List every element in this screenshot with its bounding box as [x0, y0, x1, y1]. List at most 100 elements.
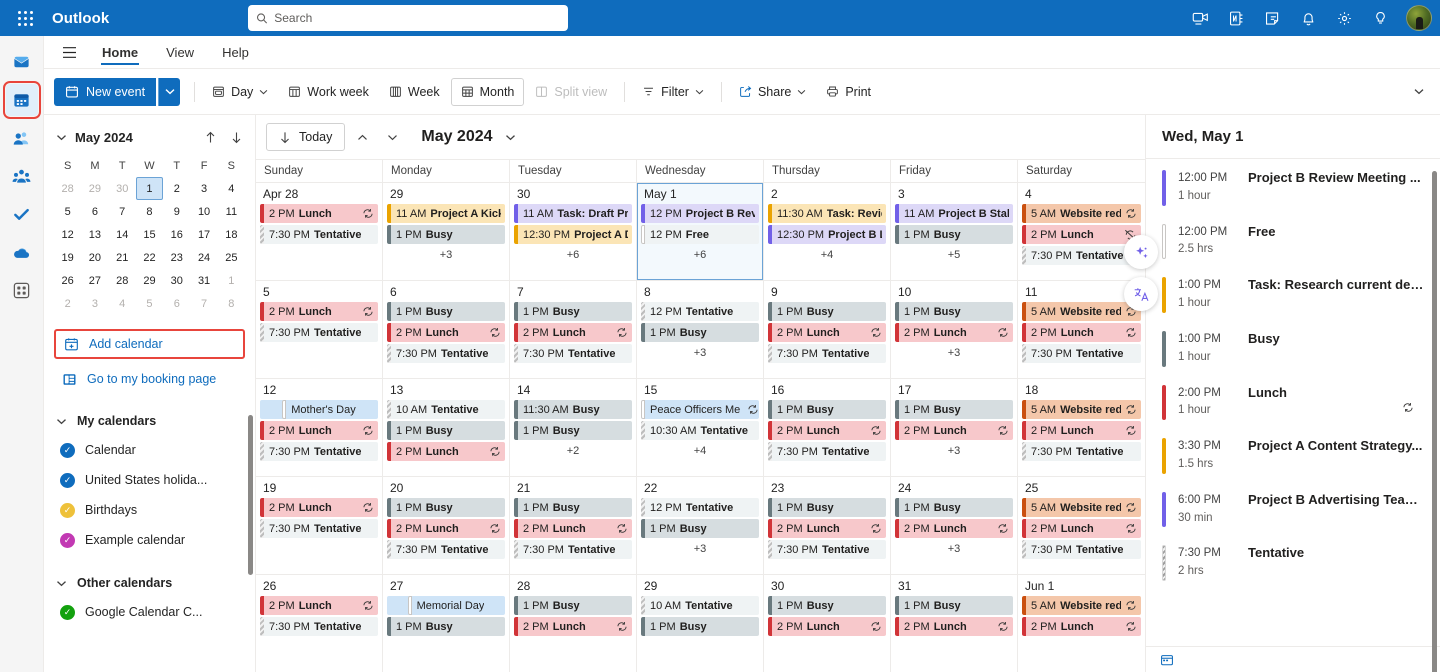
- my-calendars-header[interactable]: My calendars: [44, 407, 255, 435]
- mini-day-cell[interactable]: 6: [81, 200, 108, 223]
- next-period-chevron-icon[interactable]: [379, 124, 405, 150]
- calendar-day-cell[interactable]: Apr 28 2 PM Lunch 7:30 PM Tentative: [256, 183, 383, 280]
- calendar-event[interactable]: 7:30 PM Tentative: [260, 225, 378, 244]
- calendar-checkbox-icon[interactable]: ✓: [60, 442, 75, 458]
- mini-next-month-arrow-icon[interactable]: [225, 126, 247, 148]
- day-number[interactable]: Jun 1: [1022, 578, 1141, 596]
- search-input[interactable]: [274, 11, 560, 25]
- rail-item-mail[interactable]: [6, 46, 38, 78]
- calendar-event[interactable]: 2 PM Lunch: [260, 302, 378, 321]
- app-launcher-waffle-icon[interactable]: [8, 1, 42, 35]
- more-events-link[interactable]: +3: [895, 442, 1013, 459]
- previous-period-chevron-icon[interactable]: [349, 124, 375, 150]
- mini-day-cell[interactable]: 1: [135, 177, 164, 200]
- rail-item-groups[interactable]: [6, 160, 38, 192]
- day-number[interactable]: 2: [768, 186, 886, 204]
- calendar-event[interactable]: 1 PM Busy: [768, 400, 886, 419]
- calendar-day-cell[interactable]: 13 10 AM Tentative 1 PM Busy 2 PM Lunch: [383, 379, 510, 476]
- calendar-event[interactable]: 1 PM Busy: [514, 302, 632, 321]
- mini-day-cell[interactable]: 29: [81, 177, 108, 200]
- calendar-event[interactable]: 2 PM Lunch: [1022, 323, 1141, 342]
- translate-icon[interactable]: [1124, 277, 1158, 311]
- calendar-event[interactable]: Peace Officers Me: [641, 400, 759, 419]
- day-number[interactable]: 21: [514, 480, 632, 498]
- mini-day-cell[interactable]: 14: [109, 223, 136, 246]
- view-week-button[interactable]: Week: [380, 78, 449, 106]
- mini-day-cell[interactable]: 16: [163, 223, 190, 246]
- day-number[interactable]: May 1: [641, 186, 759, 204]
- day-number[interactable]: 29: [387, 186, 505, 204]
- agenda-item[interactable]: 12:00 PM 1 hour Project B Review Meeting .…: [1146, 161, 1440, 215]
- day-number[interactable]: 30: [768, 578, 886, 596]
- calendar-event[interactable]: 2 PM Lunch: [895, 323, 1013, 342]
- rail-item-people[interactable]: [6, 122, 38, 154]
- calendar-event[interactable]: 7:30 PM Tentative: [514, 344, 632, 363]
- calendar-event[interactable]: 7:30 PM Tentative: [768, 344, 886, 363]
- rail-item-apps[interactable]: [6, 274, 38, 306]
- view-day-button[interactable]: Day: [203, 78, 277, 106]
- mini-day-cell[interactable]: 1: [218, 269, 245, 292]
- calendar-event[interactable]: 2 PM Lunch: [387, 323, 505, 342]
- calendar-event[interactable]: 7:30 PM Tentative: [260, 519, 378, 538]
- mini-day-cell[interactable]: 11: [218, 200, 245, 223]
- calendar-day-cell[interactable]: 22 12 PM Tentative 1 PM Busy +3: [637, 477, 764, 574]
- mini-prev-month-arrow-icon[interactable]: [199, 126, 221, 148]
- calendar-list-item[interactable]: ✓ Google Calendar C...: [44, 597, 255, 627]
- calendar-event[interactable]: 1 PM Busy: [895, 225, 1013, 244]
- agenda-item[interactable]: 2:00 PM 1 hour Lunch: [1146, 376, 1440, 430]
- day-number[interactable]: 9: [768, 284, 886, 302]
- more-events-link[interactable]: +3: [641, 540, 759, 557]
- calendar-day-cell[interactable]: 61 PM Busy 2 PM Lunch 7:30 PM Tentative: [383, 281, 510, 378]
- notifications-icon[interactable]: [1292, 2, 1324, 34]
- calendar-event[interactable]: 2 PM Lunch: [514, 617, 632, 636]
- notes-icon[interactable]: [1256, 2, 1288, 34]
- calendar-day-cell[interactable]: 15 Peace Officers Me 10:30 AM Tentative +4: [637, 379, 764, 476]
- mini-day-cell[interactable]: 22: [136, 246, 163, 269]
- day-number[interactable]: 19: [260, 480, 378, 498]
- agenda-item[interactable]: 12:00 PM 2.5 hrs Free: [1146, 215, 1440, 269]
- mini-day-cell[interactable]: 2: [54, 292, 81, 315]
- day-number[interactable]: 20: [387, 480, 505, 498]
- day-number[interactable]: 29: [641, 578, 759, 596]
- calendar-event[interactable]: 7:30 PM Tentative: [387, 540, 505, 559]
- calendar-checkbox-icon[interactable]: ✓: [60, 604, 75, 620]
- tab-view[interactable]: View: [154, 39, 206, 65]
- mini-calendar-title[interactable]: May 2024: [75, 130, 133, 145]
- mini-day-cell[interactable]: 30: [109, 177, 136, 200]
- calendar-event[interactable]: 12 PM Tentative: [641, 302, 759, 321]
- mini-day-cell[interactable]: 28: [109, 269, 136, 292]
- meet-now-icon[interactable]: [1184, 2, 1216, 34]
- mini-day-cell[interactable]: 18: [218, 223, 245, 246]
- calendar-day-cell[interactable]: May 112 PMProject B Revie12 PMFree+6: [637, 183, 764, 280]
- more-events-link[interactable]: +3: [895, 540, 1013, 557]
- onenote-feed-icon[interactable]: [1220, 2, 1252, 34]
- calendar-event[interactable]: 2 PM Lunch: [260, 204, 378, 223]
- calendar-event[interactable]: 2 PM Lunch: [387, 519, 505, 538]
- calendar-event[interactable]: 10:30 AM Tentative: [641, 421, 759, 440]
- day-number[interactable]: 30: [514, 186, 632, 204]
- more-events-link[interactable]: +4: [768, 246, 886, 263]
- calendar-checkbox-icon[interactable]: ✓: [60, 532, 75, 548]
- calendar-event[interactable]: 1 PM Busy: [768, 498, 886, 517]
- calendar-event[interactable]: 2 PM Lunch: [514, 519, 632, 538]
- day-number[interactable]: 22: [641, 480, 759, 498]
- calendar-event[interactable]: 7:30 PM Tentative: [387, 344, 505, 363]
- day-number[interactable]: 12: [260, 382, 378, 400]
- calendar-list-item[interactable]: ✓ United States holida...: [44, 465, 255, 495]
- mini-day-cell[interactable]: 12: [54, 223, 81, 246]
- more-events-link[interactable]: +2: [514, 442, 632, 459]
- calendar-event[interactable]: 7:30 PM Tentative: [1022, 442, 1141, 461]
- calendar-event[interactable]: 7:30 PM Tentative: [260, 442, 378, 461]
- calendar-event[interactable]: 11:30 AM Busy: [514, 400, 632, 419]
- mini-day-cell[interactable]: 6: [163, 292, 190, 315]
- calendar-event[interactable]: 1 PM Busy: [641, 617, 759, 636]
- calendar-day-cell[interactable]: 12 Mother's Day 2 PM Lunch 7:30 PM Tentative: [256, 379, 383, 476]
- calendar-event[interactable]: 7:30 PM Tentative: [1022, 344, 1141, 363]
- calendar-list-item[interactable]: ✓ Calendar: [44, 435, 255, 465]
- calendar-event[interactable]: 2 PM Lunch: [260, 596, 378, 615]
- calendar-event[interactable]: 1 PM Busy: [387, 302, 505, 321]
- today-button[interactable]: Today: [266, 123, 346, 151]
- calendar-day-cell[interactable]: 52 PM Lunch 7:30 PM Tentative: [256, 281, 383, 378]
- calendar-event[interactable]: 12 PMProject B Revie: [641, 204, 759, 223]
- other-calendars-header[interactable]: Other calendars: [44, 569, 255, 597]
